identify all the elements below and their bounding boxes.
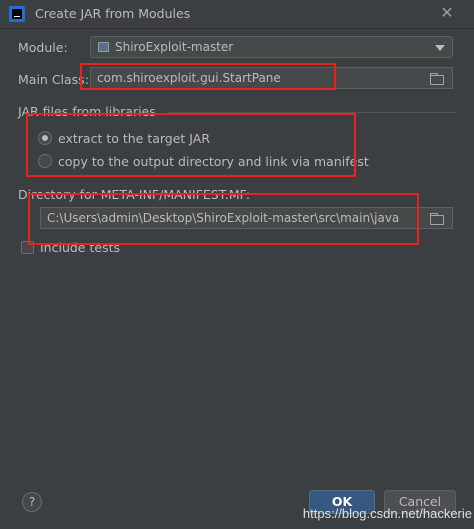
- highlight-box-jar-options: [26, 113, 356, 177]
- highlight-box-manifest: [28, 193, 419, 245]
- browse-folder-icon[interactable]: [430, 73, 444, 85]
- dialog-title: Create JAR from Modules: [35, 6, 191, 21]
- module-dropdown[interactable]: ShiroExploit-master: [90, 36, 453, 58]
- app-icon: [9, 6, 25, 22]
- highlight-box-main-class: [80, 63, 336, 90]
- title-bar: Create JAR from Modules ✕: [0, 0, 474, 29]
- help-icon[interactable]: ?: [22, 492, 42, 512]
- module-icon: [98, 42, 109, 52]
- module-label: Module:: [18, 40, 68, 55]
- browse-folder-icon[interactable]: [430, 213, 444, 225]
- watermark: https://blog.csdn.net/hackerie: [302, 506, 472, 521]
- module-value: ShiroExploit-master: [115, 40, 234, 54]
- close-icon[interactable]: ✕: [438, 4, 456, 22]
- main-class-label: Main Class:: [18, 72, 89, 87]
- chevron-down-icon[interactable]: [435, 45, 445, 51]
